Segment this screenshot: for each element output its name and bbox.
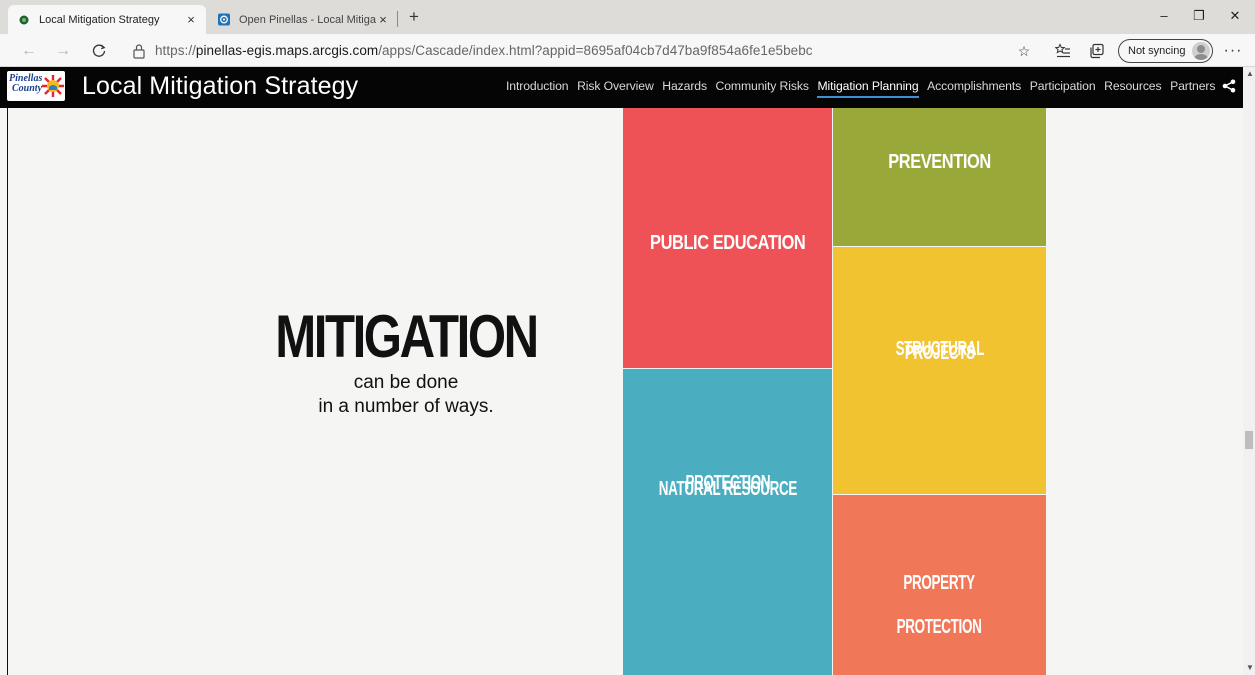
- share-icon[interactable]: [1222, 79, 1238, 95]
- scroll-down-arrow-icon[interactable]: ▼: [1246, 663, 1254, 672]
- tile-natural-resource-protection: NATURAL RESOURCE PROTECTION: [623, 369, 832, 675]
- back-icon[interactable]: ←: [18, 40, 40, 62]
- refresh-icon[interactable]: [88, 40, 110, 62]
- collections-icon[interactable]: [1086, 40, 1108, 62]
- site-navigation: Introduction Risk Overview Hazards Commu…: [506, 79, 1224, 98]
- tile-label: PREVENTION: [888, 151, 991, 173]
- tab-open-pinellas[interactable]: Open Pinellas - Local Mitigation ×: [210, 5, 398, 34]
- browser-tab-bar: Local Mitigation Strategy × Open Pinella…: [0, 0, 1255, 34]
- tab-title: Open Pinellas - Local Mitigation: [239, 13, 376, 26]
- tile-label: PUBLIC EDUCATION: [649, 232, 806, 254]
- nav-mitigation-planning[interactable]: Mitigation Planning: [817, 79, 919, 98]
- tile-label-line-2: PROTECTION: [685, 472, 770, 494]
- site-header: Pinellas County Local Mitigation Strateg…: [0, 67, 1243, 108]
- url-scheme: https://: [155, 43, 196, 58]
- tab-local-mitigation-strategy[interactable]: Local Mitigation Strategy ×: [8, 5, 206, 34]
- tab-separator: [397, 11, 398, 27]
- tab-close-icon[interactable]: ×: [184, 12, 198, 27]
- tile-prevention: PREVENTION: [833, 108, 1046, 246]
- pinellas-county-logo[interactable]: Pinellas County: [7, 71, 65, 101]
- more-icon[interactable]: ···: [1222, 40, 1244, 62]
- url-path: /apps/Cascade/index.html?appid=8695af04c…: [378, 43, 813, 58]
- minimize-button[interactable]: –: [1151, 4, 1177, 28]
- nav-partners[interactable]: Partners: [1170, 79, 1215, 93]
- tile-label-line-1: PROPERTY: [903, 572, 976, 594]
- tile-public-education: PUBLIC EDUCATION: [623, 108, 832, 368]
- sun-logo-icon: [42, 75, 64, 97]
- lock-icon[interactable]: [132, 43, 148, 59]
- scroll-up-arrow-icon[interactable]: ▲: [1246, 69, 1254, 78]
- forward-icon[interactable]: →: [52, 40, 74, 62]
- scrollbar-thumb[interactable]: [1245, 431, 1253, 449]
- tile-label-line-2: PROJECTS: [904, 341, 975, 364]
- favorites-list-icon[interactable]: [1052, 40, 1074, 62]
- tile-label: STRUCTURAL PROJECTS: [886, 338, 994, 365]
- close-window-button[interactable]: ✕: [1222, 4, 1248, 28]
- nav-hazards[interactable]: Hazards: [662, 79, 707, 93]
- nav-introduction[interactable]: Introduction: [506, 79, 569, 93]
- profile-sync-button[interactable]: Not syncing: [1118, 39, 1213, 63]
- nav-resources[interactable]: Resources: [1104, 79, 1161, 93]
- tab-close-icon[interactable]: ×: [376, 12, 390, 27]
- page-scrollbar[interactable]: ▲ ▼: [1243, 67, 1255, 675]
- logo-text: Pinellas County: [9, 74, 42, 94]
- profile-avatar-icon: [1192, 42, 1210, 60]
- nav-risk-overview[interactable]: Risk Overview: [577, 79, 654, 93]
- page-content: MITIGATION can be done in a number of wa…: [0, 108, 1243, 675]
- new-tab-button[interactable]: +: [404, 6, 424, 28]
- nav-community-risks[interactable]: Community Risks: [716, 79, 809, 93]
- address-bar: ← → https://pinellas-egis.maps.arcgis.co…: [0, 34, 1255, 67]
- url-host: pinellas-egis.maps.arcgis.com: [195, 43, 379, 58]
- url-field[interactable]: https://pinellas-egis.maps.arcgis.com/ap…: [155, 43, 813, 58]
- nav-accomplishments[interactable]: Accomplishments: [927, 79, 1021, 93]
- tab-title: Local Mitigation Strategy: [39, 13, 160, 26]
- site-favicon-icon: [18, 14, 30, 26]
- logo-line-2: County: [12, 83, 43, 94]
- tile-property-protection: PROPERTY PROTECTION: [833, 495, 1046, 675]
- sync-label: Not syncing: [1128, 45, 1186, 57]
- tile-label: PROPERTY PROTECTION: [888, 551, 991, 639]
- nav-participation[interactable]: Participation: [1030, 79, 1096, 93]
- tile-structural-projects: STRUCTURAL PROJECTS: [833, 247, 1046, 494]
- restore-button[interactable]: ❐: [1186, 4, 1212, 28]
- tile-label-line-2: PROTECTION: [897, 616, 982, 638]
- favorite-star-icon[interactable]: ☆: [1013, 40, 1035, 62]
- site-title[interactable]: Local Mitigation Strategy: [82, 72, 358, 101]
- arcgis-favicon-icon: [218, 13, 230, 26]
